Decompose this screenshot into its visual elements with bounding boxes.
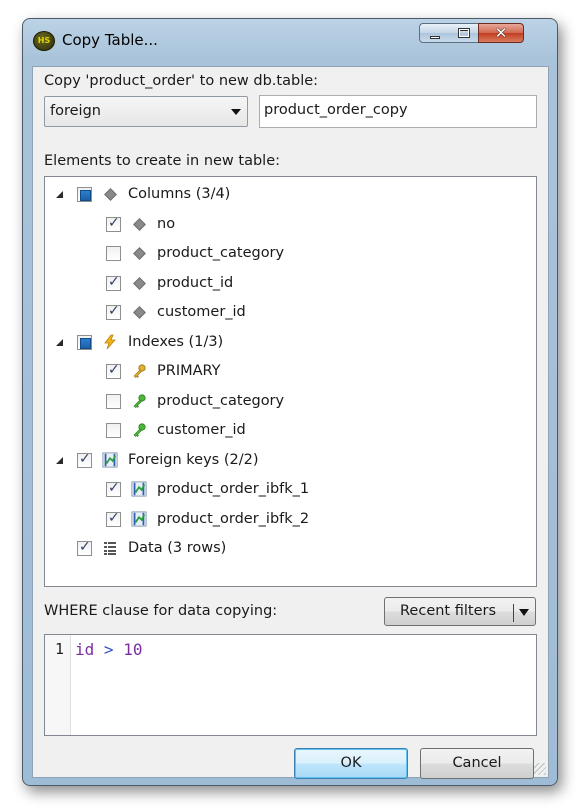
tree-item-label: product_order_ibfk_2 — [157, 511, 310, 527]
chevron-down-icon[interactable] — [519, 609, 529, 616]
column-checkbox[interactable] — [106, 215, 121, 232]
code-operator: > — [103, 640, 114, 659]
recent-filters-button[interactable]: Recent filters — [384, 597, 536, 626]
collapse-icon[interactable] — [56, 338, 63, 346]
new-table-name-input[interactable]: product_order_copy — [259, 95, 537, 128]
line-number: 1 — [55, 640, 65, 658]
foreign-keys-checkbox[interactable] — [77, 451, 92, 468]
code-line[interactable]: id > 10 — [75, 640, 142, 659]
tree-item-column[interactable]: customer_id — [106, 299, 246, 325]
indexes-checkbox[interactable] — [77, 334, 92, 350]
recent-filters-label: Recent filters — [400, 603, 497, 619]
maximize-icon — [457, 28, 470, 38]
code-number: 10 — [123, 640, 143, 659]
column-diamond-icon — [131, 216, 147, 232]
copy-destination-label: Copy 'product_order' to new db.table: — [44, 73, 319, 89]
cancel-button[interactable]: Cancel — [420, 748, 534, 779]
tree-item-index[interactable]: customer_id — [106, 417, 246, 443]
index-checkbox[interactable] — [106, 422, 121, 438]
index-key-icon — [131, 393, 147, 409]
title-bar[interactable]: HS Copy Table... ✕ — [23, 19, 557, 63]
foreign-key-checkbox[interactable] — [106, 510, 121, 527]
tree-group-columns[interactable]: Columns (3/4) — [56, 181, 230, 207]
window-title: Copy Table... — [62, 31, 158, 49]
index-checkbox[interactable] — [106, 393, 121, 409]
tree-item-column[interactable]: product_id — [106, 270, 233, 296]
ok-button[interactable]: OK — [294, 748, 408, 779]
close-icon: ✕ — [494, 24, 508, 42]
tree-item-data[interactable]: Data (3 rows) — [77, 535, 226, 561]
close-button[interactable]: ✕ — [478, 23, 524, 43]
data-rows-icon — [102, 540, 118, 556]
column-diamond-icon — [131, 275, 147, 291]
index-key-icon — [131, 422, 147, 438]
database-select[interactable]: foreign — [44, 96, 248, 127]
tree-item-column[interactable]: no — [106, 211, 175, 237]
tree-item-label: no — [157, 216, 176, 232]
minimize-icon — [429, 35, 440, 39]
collapse-icon[interactable] — [56, 190, 63, 198]
code-identifier: id — [75, 640, 95, 659]
column-diamond-icon — [131, 245, 147, 261]
column-checkbox[interactable] — [106, 274, 121, 291]
collapse-icon[interactable] — [56, 456, 63, 464]
column-checkbox[interactable] — [106, 245, 121, 261]
foreign-key-checkbox[interactable] — [106, 480, 121, 497]
tree-group-label: Foreign keys (2/2) — [128, 452, 259, 468]
split-divider — [513, 604, 514, 622]
tree-item-foreign-key[interactable]: product_order_ibfk_1 — [106, 476, 309, 502]
tree-item-label: customer_id — [157, 304, 246, 320]
tree-group-indexes[interactable]: Indexes (1/3) — [56, 329, 223, 355]
data-checkbox[interactable] — [77, 539, 92, 556]
tree-item-label: product_id — [157, 275, 234, 291]
tree-group-foreign-keys[interactable]: Foreign keys (2/2) — [56, 447, 259, 473]
tree-item-foreign-key[interactable]: product_order_ibfk_2 — [106, 506, 309, 532]
tree-item-label: product_category — [157, 245, 285, 261]
column-diamond-icon — [102, 186, 118, 202]
tree-item-label: product_order_ibfk_1 — [157, 481, 310, 497]
foreign-key-icon — [102, 452, 118, 468]
maximize-button[interactable] — [449, 23, 479, 43]
tree-item-column[interactable]: product_category — [106, 240, 284, 266]
where-clause-label: WHERE clause for data copying: — [44, 603, 278, 619]
app-logo-icon: HS — [33, 31, 55, 51]
tree-item-label: Data (3 rows) — [128, 540, 227, 556]
tree-item-label: customer_id — [157, 422, 246, 438]
dialog-body: Copy 'product_order' to new db.table: fo… — [32, 66, 549, 779]
tree-item-index[interactable]: product_category — [106, 388, 284, 414]
chevron-down-icon — [231, 109, 241, 115]
foreign-key-icon — [131, 481, 147, 497]
line-number-gutter: 1 — [45, 635, 71, 735]
tree-item-label: PRIMARY — [157, 363, 221, 379]
primary-key-icon — [131, 363, 147, 379]
elements-tree: Columns (3/4) no product_category produc… — [44, 176, 537, 587]
column-diamond-icon — [131, 304, 147, 320]
tree-group-label: Indexes (1/3) — [128, 334, 224, 350]
tree-item-label: product_category — [157, 393, 285, 409]
tree-item-index[interactable]: PRIMARY — [106, 358, 221, 384]
foreign-key-icon — [131, 511, 147, 527]
copy-table-dialog: HS Copy Table... ✕ Copy 'product_order' … — [22, 18, 558, 786]
resize-grip[interactable] — [534, 763, 546, 775]
elements-label: Elements to create in new table: — [44, 153, 281, 169]
index-checkbox[interactable] — [106, 362, 121, 379]
where-clause-editor[interactable]: 1 id > 10 — [44, 634, 537, 736]
lightning-icon — [102, 334, 118, 350]
database-select-value: foreign — [50, 103, 101, 119]
tree-group-label: Columns (3/4) — [128, 186, 231, 202]
column-checkbox[interactable] — [106, 303, 121, 320]
columns-checkbox[interactable] — [77, 186, 92, 202]
minimize-button[interactable] — [419, 23, 450, 43]
